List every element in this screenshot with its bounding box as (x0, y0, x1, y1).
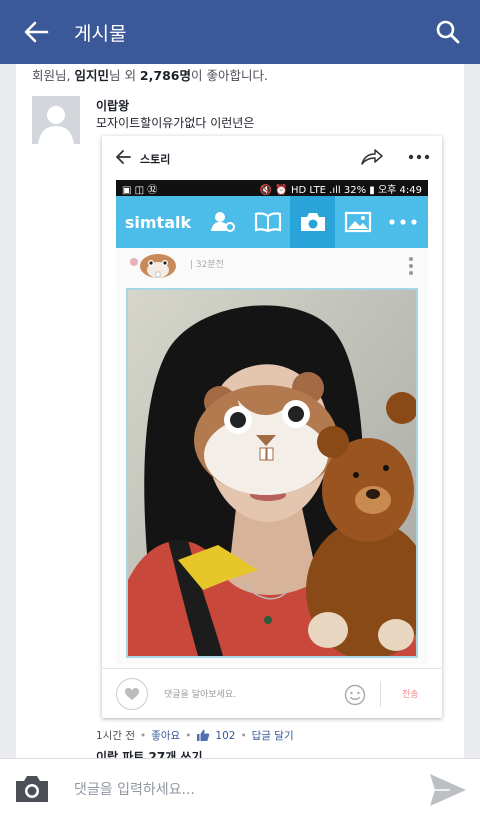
story-header: 스토리 (102, 136, 442, 180)
like-count[interactable]: 102 (215, 730, 235, 742)
camera-icon[interactable] (14, 773, 50, 805)
comment-author[interactable]: 이랍왕 (96, 97, 129, 114)
search-button[interactable] (416, 0, 480, 64)
screenshot-comment-bar: 댓글을 달아보세요. 전송 (102, 668, 442, 718)
share-icon[interactable] (360, 148, 384, 166)
app-logo: simtalk (124, 212, 192, 232)
book-tab (245, 196, 290, 248)
likes-count: 2,786명 (139, 68, 191, 83)
camera-tab (290, 196, 335, 248)
page-title: 게시물 (74, 22, 127, 45)
comment-time: 1시간 전 (96, 730, 135, 742)
more-horizontal-icon[interactable] (408, 150, 430, 164)
story-title: 스토리 (140, 153, 171, 166)
person-location-icon (210, 212, 235, 232)
reply-link[interactable]: 답글 달기 (252, 728, 294, 743)
post-time: | 32분전 (190, 260, 224, 270)
send-icon[interactable] (428, 771, 468, 809)
screenshot-send-label: 전송 (402, 690, 419, 700)
back-arrow-icon (24, 21, 49, 43)
status-right: 🔇 ⏰ HD LTE .ıll 32% ▮ 오후 4:49 (259, 184, 422, 196)
post-photo (126, 288, 418, 658)
comment-text: 모자이트할이유가없다 이런년은 (96, 116, 255, 130)
default-avatar-icon (32, 96, 80, 144)
likes-suffix: 이 좋아합니다. (190, 68, 268, 83)
separator-dot: • (140, 729, 147, 742)
camera-icon (300, 213, 325, 231)
like-link[interactable]: 좋아요 (151, 728, 180, 743)
avatar[interactable] (32, 96, 80, 144)
divider (380, 681, 381, 707)
screenshot-comment-placeholder: 댓글을 달아보세요. (164, 690, 236, 700)
more-tab (380, 196, 425, 248)
book-icon (254, 212, 281, 233)
phone-status-bar: ▣ ◫ ㉜ 🔇 ⏰ HD LTE .ıll 32% ▮ 오후 4:49 (116, 180, 428, 196)
heart-icon (125, 688, 139, 700)
simtalk-app-bar: simtalk (116, 196, 428, 248)
thumbs-up-icon (197, 729, 210, 741)
likes-middle: 님 외 (108, 68, 140, 83)
top-app-bar: 게시물 (0, 0, 480, 64)
comment-actions: 1시간 전 • 좋아요 • 102 • 답글 달기 (96, 728, 294, 743)
attached-screenshot[interactable]: 스토리 ▣ ◫ ㉜ 🔇 ⏰ HD LTE .ıll 32% ▮ 오후 4:49 … (102, 136, 442, 718)
next-comment-preview: 이랍 파트 27개 쓰기 (96, 750, 203, 758)
emoji-icon (344, 684, 366, 706)
separator-dot: • (185, 729, 192, 742)
separator-dot: • (240, 729, 247, 742)
friends-tab (200, 196, 245, 248)
more-vertical-icon (409, 257, 413, 275)
simtalk-post: | 32분전 (116, 248, 428, 664)
likes-summary[interactable]: 회원님, 임지민님 외 2,786명이 좋아합니다. (32, 65, 268, 84)
likes-prefix: 회원님, (32, 68, 75, 83)
hamster-sticker-icon (130, 254, 176, 278)
back-arrow-icon[interactable] (114, 148, 132, 166)
search-icon (436, 20, 460, 44)
selfie-photo-illustration (128, 290, 416, 656)
back-button[interactable] (0, 0, 72, 64)
more-horizontal-icon (388, 219, 417, 225)
comment-input-bar (0, 758, 480, 820)
comment-input[interactable] (74, 777, 394, 803)
post-card: 회원님, 임지민님 외 2,786명이 좋아합니다. 이랍왕 모자이트할이유가없… (16, 64, 464, 758)
gallery-tab (335, 196, 380, 248)
status-left: ▣ ◫ ㉜ (122, 184, 158, 196)
image-icon (344, 211, 371, 233)
likes-friend-name: 임지민 (74, 68, 109, 83)
heart-button (116, 678, 148, 710)
